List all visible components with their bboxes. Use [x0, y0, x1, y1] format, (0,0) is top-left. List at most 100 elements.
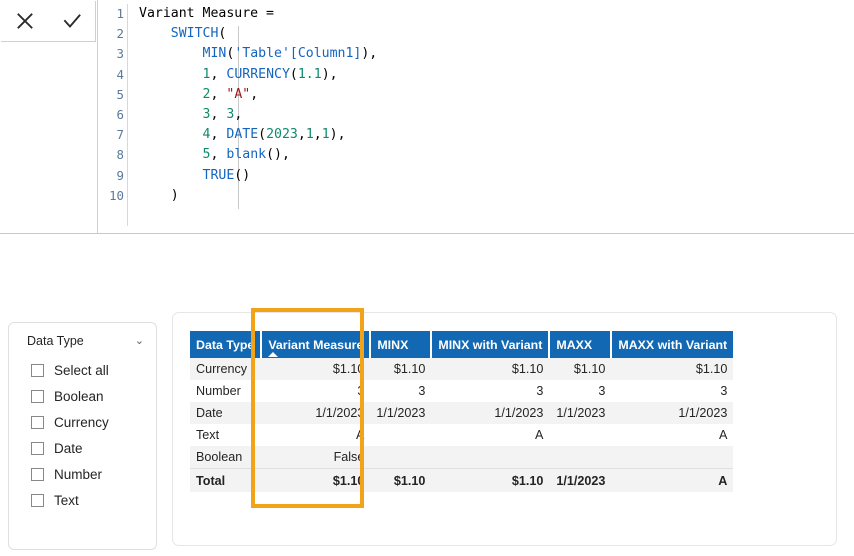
formula-action-buttons — [1, 1, 96, 42]
slicer-item-boolean[interactable]: Boolean — [9, 383, 156, 409]
line-number: 6 — [98, 105, 127, 125]
row-header-cell: Boolean — [190, 446, 261, 469]
table-cell: 1/1/2023 — [431, 402, 549, 424]
code-token — [139, 87, 203, 102]
code-line: 1Variant Measure = — [98, 4, 854, 24]
column-header-variant-measure[interactable]: Variant Measure — [261, 331, 370, 358]
slicer-item-select-all[interactable]: Select all — [9, 357, 156, 383]
code-token — [139, 67, 203, 82]
column-header-label: MAXX with Variant — [618, 338, 727, 352]
table-cell — [611, 446, 733, 469]
code-token — [139, 26, 171, 41]
code-token: ( — [218, 26, 226, 41]
slicer-item-label: Number — [54, 467, 102, 482]
slicer-item-currency[interactable]: Currency — [9, 409, 156, 435]
slicer-title: Data Type — [27, 334, 84, 348]
code-token: , — [210, 147, 226, 162]
table-cell: $1.10 — [611, 358, 733, 380]
code-line-text[interactable]: SWITCH( — [127, 24, 854, 44]
code-line-text[interactable]: Variant Measure = — [127, 4, 854, 24]
table-row[interactable]: Date1/1/20231/1/20231/1/20231/1/20231/1/… — [190, 402, 733, 424]
column-header-label: MINX — [377, 338, 408, 352]
code-token: ) — [171, 188, 179, 203]
column-header-maxx[interactable]: MAXX — [549, 331, 611, 358]
column-header-label: MINX with Variant — [438, 338, 542, 352]
checkbox-icon[interactable] — [31, 468, 44, 481]
code-line-text[interactable]: ) — [127, 186, 854, 206]
table-row[interactable]: Currency$1.10$1.10$1.10$1.10$1.10 — [190, 358, 733, 380]
checkbox-icon[interactable] — [31, 364, 44, 377]
slicer-item-list: Select all Boolean CurrencyDate Number Text — [9, 357, 156, 513]
table-cell — [431, 446, 549, 469]
code-line: 4 1, CURRENCY(1.1), — [98, 65, 854, 85]
code-line-text[interactable]: 5, blank(), — [127, 145, 854, 165]
code-token: "A" — [226, 87, 250, 102]
data-type-slicer[interactable]: Data Type ⌄ Select all Boolean CurrencyDat… — [8, 322, 157, 550]
screen-root: 1Variant Measure =2 SWITCH(3 MIN('Table'… — [0, 0, 854, 556]
code-line-text[interactable]: 1, CURRENCY(1.1), — [127, 65, 854, 85]
code-line-text[interactable]: MIN('Table'[Column1]), — [127, 44, 854, 64]
row-header-cell: Number — [190, 380, 261, 402]
table-cell — [370, 424, 431, 446]
row-header-cell: Total — [190, 469, 261, 493]
code-line-text[interactable]: 4, DATE(2023,1,1), — [127, 125, 854, 145]
table-cell: False — [261, 446, 370, 469]
code-line: 9 TRUE() — [98, 166, 854, 186]
slicer-item-number[interactable]: Number — [9, 461, 156, 487]
table-cell: 3 — [611, 380, 733, 402]
checkbox-icon[interactable] — [31, 416, 44, 429]
slicer-item-label: Select all — [54, 363, 109, 378]
column-header-maxx-with-variant[interactable]: MAXX with Variant — [611, 331, 733, 358]
slicer-item-text[interactable]: Text — [9, 487, 156, 513]
slicer-item-date[interactable]: Date — [9, 435, 156, 461]
column-header-label: Data Type — [196, 338, 254, 352]
chevron-down-icon[interactable]: ⌄ — [135, 336, 144, 347]
table-cell — [549, 424, 611, 446]
line-number: 5 — [98, 85, 127, 105]
table-cell: 3 — [261, 380, 370, 402]
code-line: 8 5, blank(), — [98, 145, 854, 165]
code-token: 1 — [306, 127, 314, 142]
column-header-minx[interactable]: MINX — [370, 331, 431, 358]
matrix-table: Data Type Variant Measure MINX MINX with Va… — [190, 331, 733, 492]
code-token: ), — [322, 67, 338, 82]
code-line-text[interactable]: TRUE() — [127, 166, 854, 186]
code-token — [139, 107, 203, 122]
table-cell: $1.10 — [261, 358, 370, 380]
code-token: 'Table'[Column1] — [234, 46, 361, 61]
table-cell: 1/1/2023 — [370, 402, 431, 424]
column-header-data-type[interactable]: Data Type — [190, 331, 261, 358]
dax-code[interactable]: 1Variant Measure =2 SWITCH(3 MIN('Table'… — [98, 0, 854, 206]
code-token: ( — [258, 127, 266, 142]
code-token: , — [314, 127, 322, 142]
table-total-row[interactable]: Total$1.10$1.10$1.101/1/2023A — [190, 469, 733, 493]
formula-editor[interactable]: 1Variant Measure =2 SWITCH(3 MIN('Table'… — [97, 0, 854, 233]
checkbox-icon[interactable] — [31, 390, 44, 403]
code-token: Variant Measure = — [139, 6, 274, 21]
cancel-button[interactable] — [9, 5, 41, 37]
code-token: 2023 — [266, 127, 298, 142]
table-row[interactable]: TextAAA — [190, 424, 733, 446]
code-token: ), — [361, 46, 377, 61]
code-line-text[interactable]: 3, 3, — [127, 105, 854, 125]
column-header-label: Variant Measure — [268, 338, 363, 352]
table-row[interactable]: BooleanFalse — [190, 446, 733, 469]
code-line-text[interactable]: 2, "A", — [127, 85, 854, 105]
column-header-minx-with-variant[interactable]: MINX with Variant — [431, 331, 549, 358]
table-cell: 1/1/2023 — [261, 402, 370, 424]
slicer-item-label: Boolean — [54, 389, 104, 404]
code-token: ( — [290, 67, 298, 82]
code-token — [139, 127, 203, 142]
code-token — [139, 147, 203, 162]
checkbox-icon[interactable] — [31, 442, 44, 455]
commit-button[interactable] — [56, 5, 88, 37]
line-number: 2 — [98, 24, 127, 44]
line-number: 8 — [98, 145, 127, 165]
table-cell: $1.10 — [431, 358, 549, 380]
checkbox-icon[interactable] — [31, 494, 44, 507]
line-number: 10 — [98, 186, 127, 206]
table-row[interactable]: Number33333 — [190, 380, 733, 402]
row-header-cell: Currency — [190, 358, 261, 380]
code-line: 7 4, DATE(2023,1,1), — [98, 125, 854, 145]
table-cell: A — [611, 424, 733, 446]
